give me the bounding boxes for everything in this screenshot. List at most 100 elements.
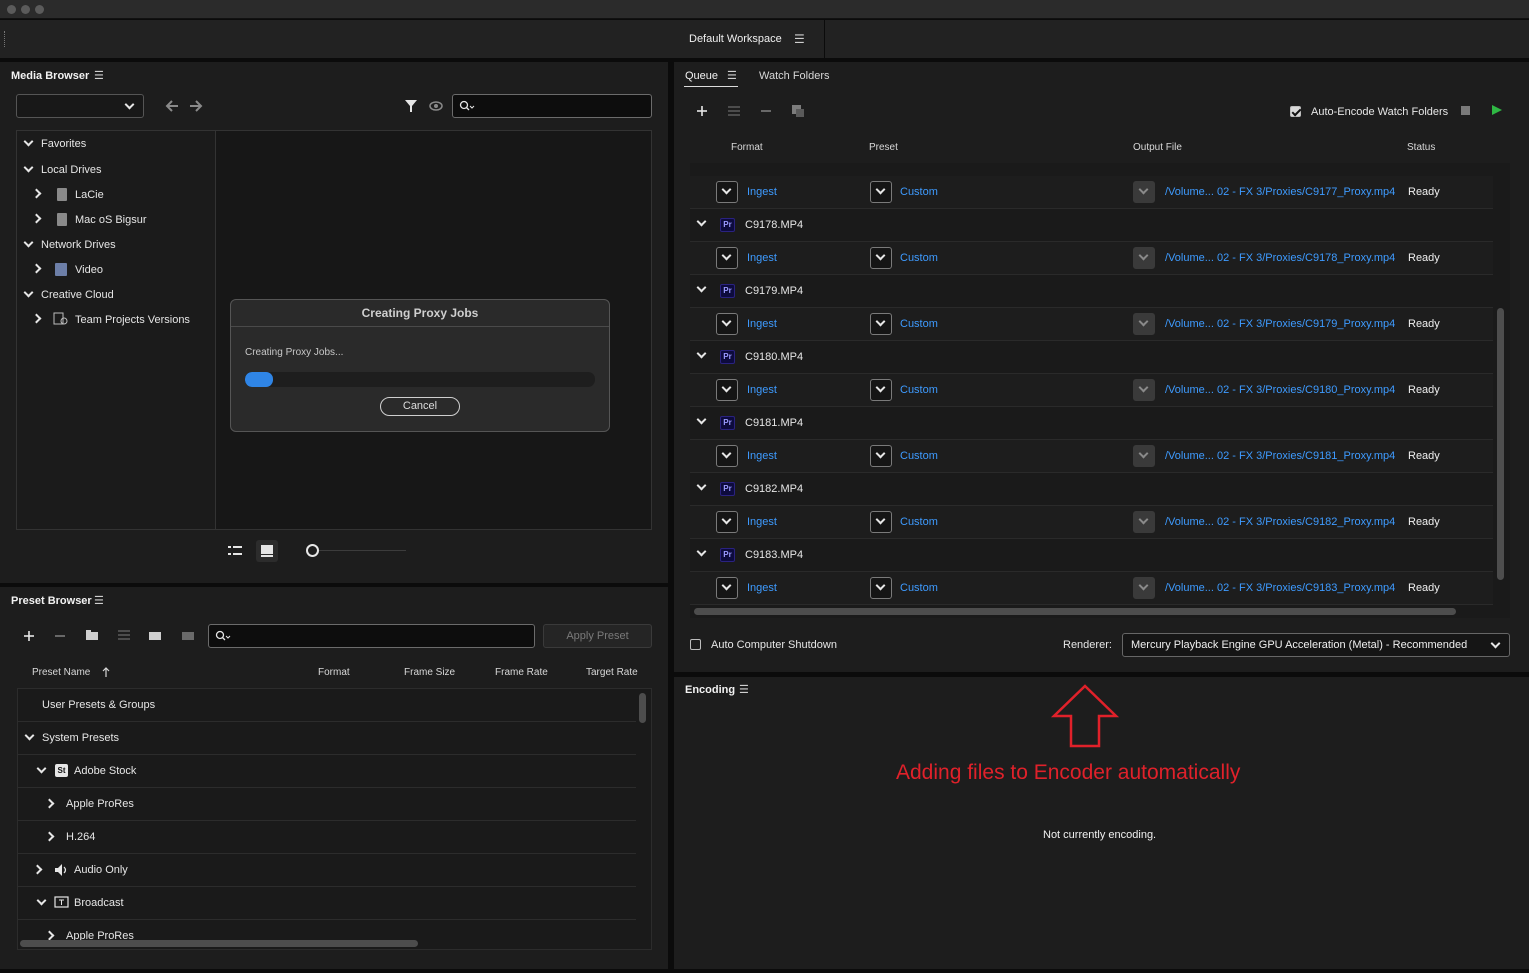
format-link[interactable]: Ingest	[747, 186, 777, 198]
list-view-icon[interactable]	[227, 544, 243, 558]
chevron-right-icon[interactable]	[32, 864, 43, 875]
eye-icon[interactable]	[429, 100, 443, 112]
preset-dropdown[interactable]	[870, 577, 892, 599]
preset-dropdown[interactable]	[870, 379, 892, 401]
queue-settings-icon[interactable]	[727, 104, 741, 118]
close-window-button[interactable]	[7, 5, 16, 14]
output-file-link[interactable]: /Volume... 02 - FX 3/Proxies/C9179_Proxy…	[1165, 318, 1395, 330]
remove-preset-icon[interactable]	[54, 629, 66, 643]
new-group-icon[interactable]	[84, 628, 100, 642]
output-dropdown[interactable]	[1133, 577, 1155, 599]
output-file-link[interactable]: /Volume... 02 - FX 3/Proxies/C9181_Proxy…	[1165, 450, 1395, 462]
preset-link[interactable]: Custom	[900, 186, 938, 198]
format-dropdown[interactable]	[716, 313, 738, 335]
sort-ascending-icon[interactable]	[101, 666, 111, 678]
queue-output-row[interactable]: Ingest Custom /Volume... 02 - FX 3/Proxi…	[690, 572, 1493, 605]
column-format[interactable]: Format	[318, 667, 350, 678]
start-queue-icon[interactable]	[1491, 104, 1503, 116]
column-status[interactable]: Status	[1407, 142, 1435, 153]
column-output-file[interactable]: Output File	[1133, 142, 1182, 153]
thumbnail-view-button[interactable]	[256, 540, 278, 562]
chevron-down-icon[interactable]	[36, 895, 47, 906]
media-browser-search-input[interactable]	[452, 94, 652, 118]
chevron-down-icon[interactable]	[696, 348, 707, 359]
format-link[interactable]: Ingest	[747, 384, 777, 396]
toolbar-grip[interactable]	[4, 31, 6, 47]
preset-row[interactable]: Audio Only	[18, 854, 636, 887]
output-file-link[interactable]: /Volume... 02 - FX 3/Proxies/C9182_Proxy…	[1165, 516, 1395, 528]
tab-watch-folders[interactable]: Watch Folders	[759, 70, 830, 82]
output-file-link[interactable]: /Volume... 02 - FX 3/Proxies/C9183_Proxy…	[1165, 582, 1395, 594]
minimize-window-button[interactable]	[21, 5, 30, 14]
apply-preset-button[interactable]: Apply Preset	[543, 624, 652, 648]
preset-browser-menu-icon[interactable]: ☰	[94, 594, 104, 607]
chevron-down-icon[interactable]	[36, 763, 47, 774]
media-browser-menu-icon[interactable]: ☰	[94, 69, 104, 82]
workspace-label[interactable]: Default Workspace	[689, 33, 782, 45]
column-preset-name[interactable]: Preset Name	[32, 667, 90, 678]
preset-row[interactable]: Broadcast	[18, 887, 636, 920]
column-frame-size[interactable]: Frame Size	[404, 667, 455, 678]
preset-row[interactable]: User Presets & Groups	[18, 689, 636, 722]
preset-horizontal-scrollbar[interactable]	[20, 940, 418, 947]
output-dropdown[interactable]	[1133, 181, 1155, 203]
chevron-down-icon[interactable]	[696, 282, 707, 293]
output-dropdown[interactable]	[1133, 379, 1155, 401]
queue-source-row[interactable]: Pr C9182.MP4	[690, 473, 1493, 506]
chevron-down-icon[interactable]	[696, 480, 707, 491]
queue-source-row[interactable]: Pr C9179.MP4	[690, 275, 1493, 308]
preset-dropdown[interactable]	[870, 181, 892, 203]
format-link[interactable]: Ingest	[747, 252, 777, 264]
format-link[interactable]: Ingest	[747, 318, 777, 330]
column-format[interactable]: Format	[731, 142, 763, 153]
tree-item-favorites[interactable]: Favorites	[41, 138, 86, 150]
tree-item-mac-os-bigsur[interactable]: Mac oS Bigsur	[75, 214, 147, 226]
queue-vertical-scrollbar[interactable]	[1497, 308, 1504, 580]
remove-item-icon[interactable]	[759, 104, 773, 118]
preset-row[interactable]: System Presets	[18, 722, 636, 755]
encoding-title[interactable]: Encoding	[685, 684, 735, 696]
auto-encode-checkbox[interactable]	[1290, 106, 1301, 117]
stop-icon[interactable]	[1461, 106, 1470, 115]
duplicate-icon[interactable]	[790, 103, 806, 119]
format-dropdown[interactable]	[716, 577, 738, 599]
import-preset-icon[interactable]	[147, 628, 163, 642]
preset-vertical-scrollbar[interactable]	[639, 693, 646, 723]
tree-item-network-drives[interactable]: Network Drives	[41, 239, 116, 251]
queue-output-row[interactable]: Ingest Custom /Volume... 02 - FX 3/Proxi…	[690, 308, 1493, 341]
chevron-down-icon[interactable]	[696, 414, 707, 425]
back-arrow-icon[interactable]	[165, 100, 178, 112]
format-dropdown[interactable]	[716, 247, 738, 269]
format-dropdown[interactable]	[716, 511, 738, 533]
queue-output-row[interactable]: Ingest Custom /Volume... 02 - FX 3/Proxi…	[690, 440, 1493, 473]
queue-output-row[interactable]: Ingest Custom /Volume... 02 - FX 3/Proxi…	[690, 374, 1493, 407]
queue-source-row[interactable]: Pr C9180.MP4	[690, 341, 1493, 374]
queue-source-row[interactable]: Pr C9183.MP4	[690, 539, 1493, 572]
column-target-rate[interactable]: Target Rate	[586, 667, 638, 678]
column-preset[interactable]: Preset	[869, 142, 898, 153]
preset-link[interactable]: Custom	[900, 252, 938, 264]
queue-output-row[interactable]: Ingest Custom /Volume... 02 - FX 3/Proxi…	[690, 242, 1493, 275]
tree-item-lacie[interactable]: LaCie	[75, 189, 104, 201]
preset-dropdown[interactable]	[870, 313, 892, 335]
queue-horizontal-scrollbar[interactable]	[694, 608, 1456, 615]
output-file-link[interactable]: /Volume... 02 - FX 3/Proxies/C9178_Proxy…	[1165, 252, 1395, 264]
chevron-down-icon[interactable]	[696, 216, 707, 227]
tree-item-local-drives[interactable]: Local Drives	[41, 164, 102, 176]
output-file-link[interactable]: /Volume... 02 - FX 3/Proxies/C9180_Proxy…	[1165, 384, 1395, 396]
export-preset-icon[interactable]	[180, 628, 196, 642]
add-source-icon[interactable]	[695, 104, 709, 118]
chevron-right-icon[interactable]	[44, 831, 55, 842]
preset-dropdown[interactable]	[870, 247, 892, 269]
format-link[interactable]: Ingest	[747, 516, 777, 528]
output-dropdown[interactable]	[1133, 511, 1155, 533]
output-dropdown[interactable]	[1133, 445, 1155, 467]
output-dropdown[interactable]	[1133, 247, 1155, 269]
cancel-button[interactable]: Cancel	[380, 397, 460, 416]
preset-search-input[interactable]	[208, 624, 535, 648]
preset-link[interactable]: Custom	[900, 384, 938, 396]
filter-icon[interactable]	[404, 99, 418, 113]
preset-row[interactable]: Apple ProRes	[18, 788, 636, 821]
tree-item-team-projects-versions[interactable]: Team Projects Versions	[75, 314, 190, 326]
format-dropdown[interactable]	[716, 379, 738, 401]
